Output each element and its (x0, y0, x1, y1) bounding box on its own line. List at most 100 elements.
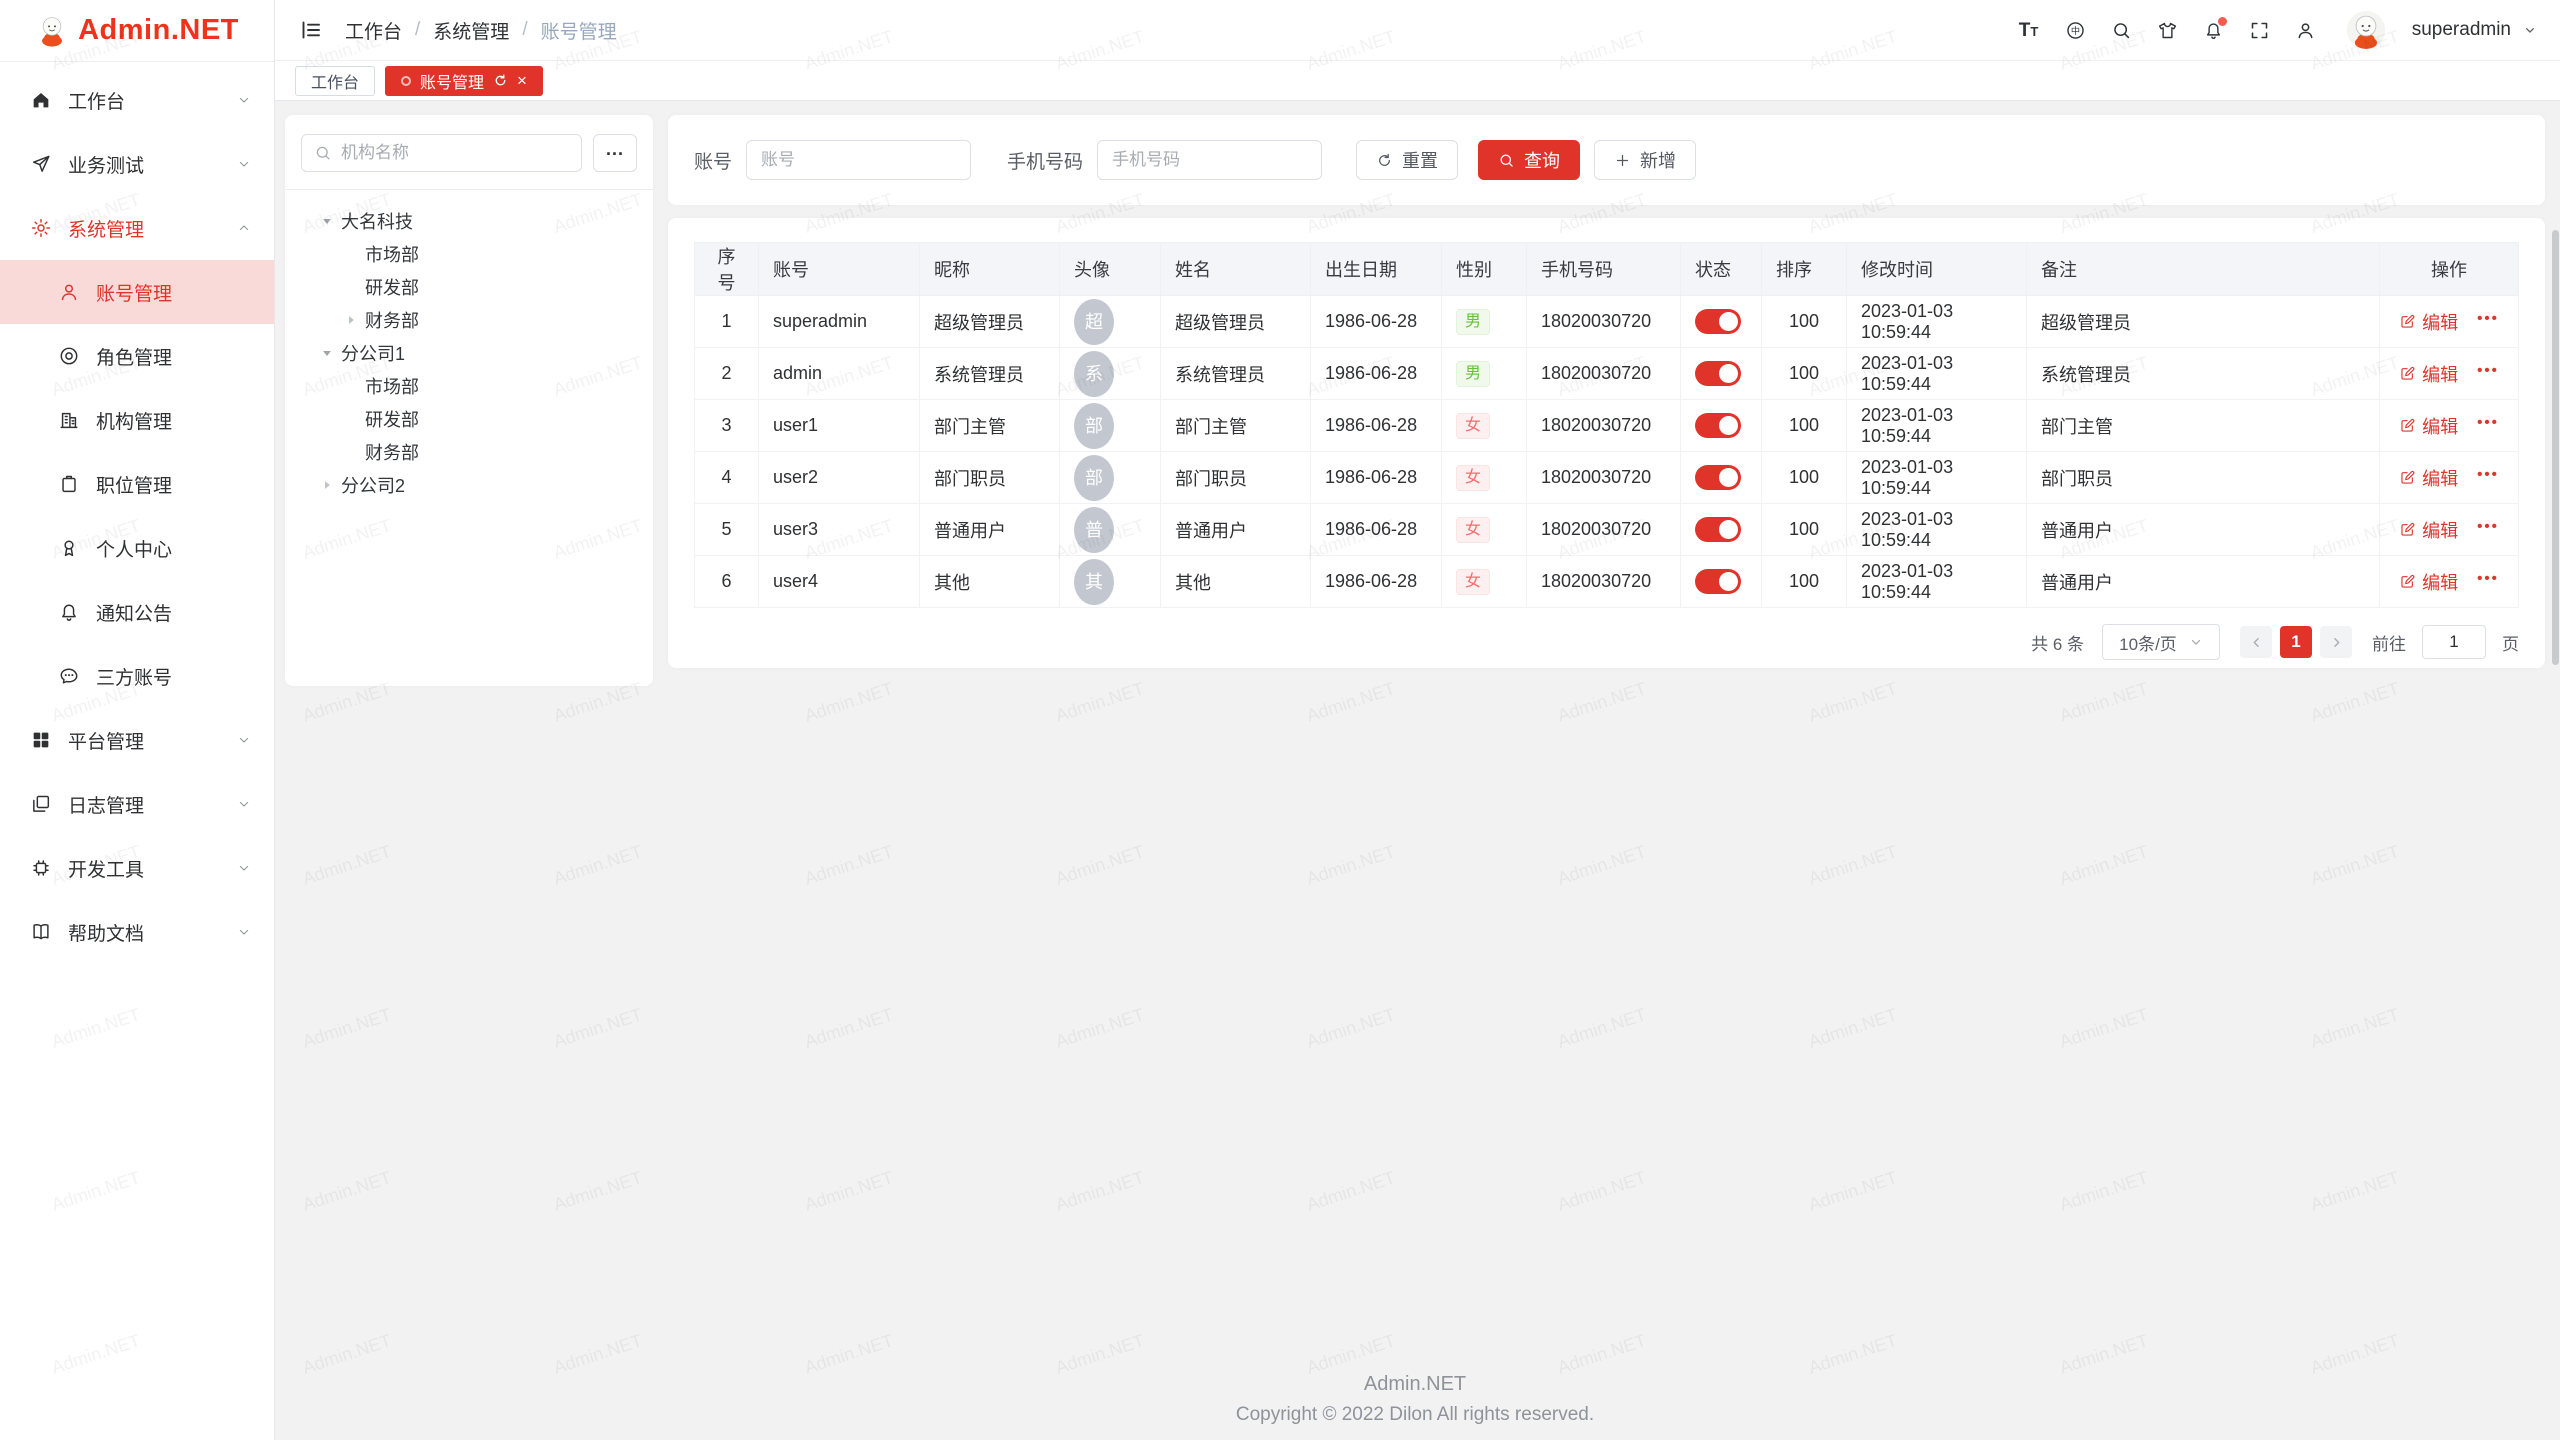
edit-button[interactable]: 编辑 (2399, 413, 2458, 439)
sidebar-item-notice[interactable]: 通知公告 (0, 580, 274, 644)
tree-node[interactable]: 分公司1 (301, 336, 637, 369)
cell-nickname: 系统管理员 (920, 348, 1060, 400)
sidebar-item-help-docs[interactable]: 帮助文档 (0, 900, 274, 964)
current-page-button[interactable]: 1 (2280, 626, 2312, 658)
logo[interactable]: Admin.NET (0, 0, 274, 62)
accounts-table-card: 序号账号昵称头像姓名出生日期性别手机号码状态排序修改时间备注操作 1supera… (668, 218, 2545, 668)
sidebar-item-org-mgmt[interactable]: 机构管理 (0, 388, 274, 452)
sidebar-item-profile-center[interactable]: 个人中心 (0, 516, 274, 580)
sidebar-item-log-mgmt[interactable]: 日志管理 (0, 772, 274, 836)
tab-account-mgmt-active[interactable]: 账号管理 × (385, 66, 543, 96)
status-toggle[interactable] (1695, 517, 1741, 542)
next-page-button[interactable] (2320, 626, 2352, 658)
sidebar-item-system-mgmt[interactable]: 系统管理 (0, 196, 274, 260)
sidebar-item-dev-tools[interactable]: 开发工具 (0, 836, 274, 900)
tree-node[interactable]: 市场部 (301, 369, 637, 402)
sidebar-item-position-mgmt[interactable]: 职位管理 (0, 452, 274, 516)
breadcrumb-item[interactable]: 系统管理 (433, 17, 509, 44)
cell-name: 系统管理员 (1161, 348, 1311, 400)
sidebar-item-biz-test[interactable]: 业务测试 (0, 132, 274, 196)
status-toggle[interactable] (1695, 413, 1741, 438)
more-actions-button[interactable]: ••• (2477, 415, 2499, 436)
edit-button[interactable]: 编辑 (2399, 517, 2458, 543)
gender-badge: 女 (1456, 569, 1490, 595)
edit-button[interactable]: 编辑 (2399, 361, 2458, 387)
notification-bell-icon[interactable] (2203, 20, 2224, 41)
tab-close-icon[interactable]: × (517, 72, 527, 89)
tab-label: 账号管理 (420, 69, 484, 93)
pagination: 共 6 条 10条/页 1 前 (694, 624, 2519, 660)
cell-gender: 女 (1442, 556, 1527, 608)
org-search-input[interactable] (341, 143, 569, 163)
edit-button[interactable]: 编辑 (2399, 465, 2458, 491)
font-size-icon[interactable]: TT (2019, 20, 2040, 41)
fullscreen-icon[interactable] (2249, 20, 2270, 41)
sidebar-item-label: 角色管理 (96, 343, 252, 370)
caret-collapsed-icon[interactable] (319, 477, 335, 493)
tab-workbench[interactable]: 工作台 (295, 66, 375, 96)
sidebar-item-account-mgmt[interactable]: 账号管理 (0, 260, 274, 324)
chevron-down-icon (236, 860, 252, 876)
sidebar-item-platform-mgmt[interactable]: 平台管理 (0, 708, 274, 772)
status-toggle[interactable] (1695, 465, 1741, 490)
cell-name: 部门主管 (1161, 400, 1311, 452)
caret-expanded-icon[interactable] (319, 345, 335, 361)
edit-button[interactable]: 编辑 (2399, 569, 2458, 595)
chevron-down-icon[interactable] (2522, 22, 2538, 38)
tree-node[interactable]: 财务部 (301, 303, 637, 336)
more-actions-button[interactable]: ••• (2477, 519, 2499, 540)
sidebar-item-label: 通知公告 (96, 599, 252, 626)
account-input[interactable] (746, 140, 971, 180)
goto-page-input[interactable] (2422, 625, 2486, 659)
tree-node[interactable]: 市场部 (301, 237, 637, 270)
username[interactable]: superadmin (2412, 19, 2511, 41)
tree-node[interactable]: 大名科技 (301, 204, 637, 237)
column-header: 姓名 (1161, 243, 1311, 296)
prev-page-button[interactable] (2240, 626, 2272, 658)
cell-phone: 18020030720 (1527, 296, 1681, 348)
reset-button[interactable]: 重置 (1356, 140, 1458, 180)
search-button[interactable]: 查询 (1478, 140, 1580, 180)
page-size-select[interactable]: 10条/页 (2102, 624, 2220, 660)
status-toggle[interactable] (1695, 361, 1741, 386)
tree-node[interactable]: 研发部 (301, 402, 637, 435)
user-outline-icon[interactable] (2295, 20, 2316, 41)
scrollbar-thumb[interactable] (2552, 230, 2559, 665)
cell-status (1681, 452, 1762, 504)
theme-shirt-icon[interactable] (2157, 20, 2178, 41)
more-actions-button[interactable]: ••• (2477, 311, 2499, 332)
tree-node[interactable]: 分公司2 (301, 468, 637, 501)
caret-expanded-icon[interactable] (319, 213, 335, 229)
tree-node[interactable]: 财务部 (301, 435, 637, 468)
more-actions-button[interactable]: ••• (2477, 363, 2499, 384)
gender-badge: 男 (1456, 309, 1490, 335)
tab-refresh-icon[interactable] (493, 73, 508, 88)
status-toggle[interactable] (1695, 569, 1741, 594)
search-icon[interactable] (2111, 20, 2132, 41)
caret-collapsed-icon[interactable] (343, 312, 359, 328)
tree-node[interactable]: 研发部 (301, 270, 637, 303)
breadcrumb-item[interactable]: 工作台 (345, 17, 402, 44)
avatar: 部 (1074, 403, 1114, 449)
sidebar-item-role-mgmt[interactable]: 角色管理 (0, 324, 274, 388)
cell-birth: 1986-06-28 (1311, 452, 1442, 504)
sidebar-item-third-account[interactable]: 三方账号 (0, 644, 274, 708)
org-more-button[interactable]: ... (593, 134, 637, 172)
column-header: 序号 (695, 243, 759, 296)
status-toggle[interactable] (1695, 309, 1741, 334)
plus-icon (1614, 152, 1631, 169)
sidebar-item-workbench[interactable]: 工作台 (0, 68, 274, 132)
sidebar: Admin.NET 工作台业务测试系统管理账号管理角色管理机构管理职位管理个人中… (0, 0, 275, 1440)
more-actions-button[interactable]: ••• (2477, 467, 2499, 488)
svg-text:中: 中 (2071, 25, 2080, 36)
language-icon[interactable]: 中 (2065, 20, 2086, 41)
more-actions-button[interactable]: ••• (2477, 571, 2499, 592)
menu-fold-icon[interactable] (299, 18, 323, 42)
cell-modified: 2023-01-03 10:59:44 (1847, 400, 2027, 452)
phone-input[interactable] (1097, 140, 1322, 180)
edit-button[interactable]: 编辑 (2399, 309, 2458, 335)
edit-label: 编辑 (2422, 569, 2458, 595)
badge-icon (58, 473, 80, 495)
add-button[interactable]: 新增 (1594, 140, 1696, 180)
user-avatar[interactable] (2347, 11, 2385, 49)
